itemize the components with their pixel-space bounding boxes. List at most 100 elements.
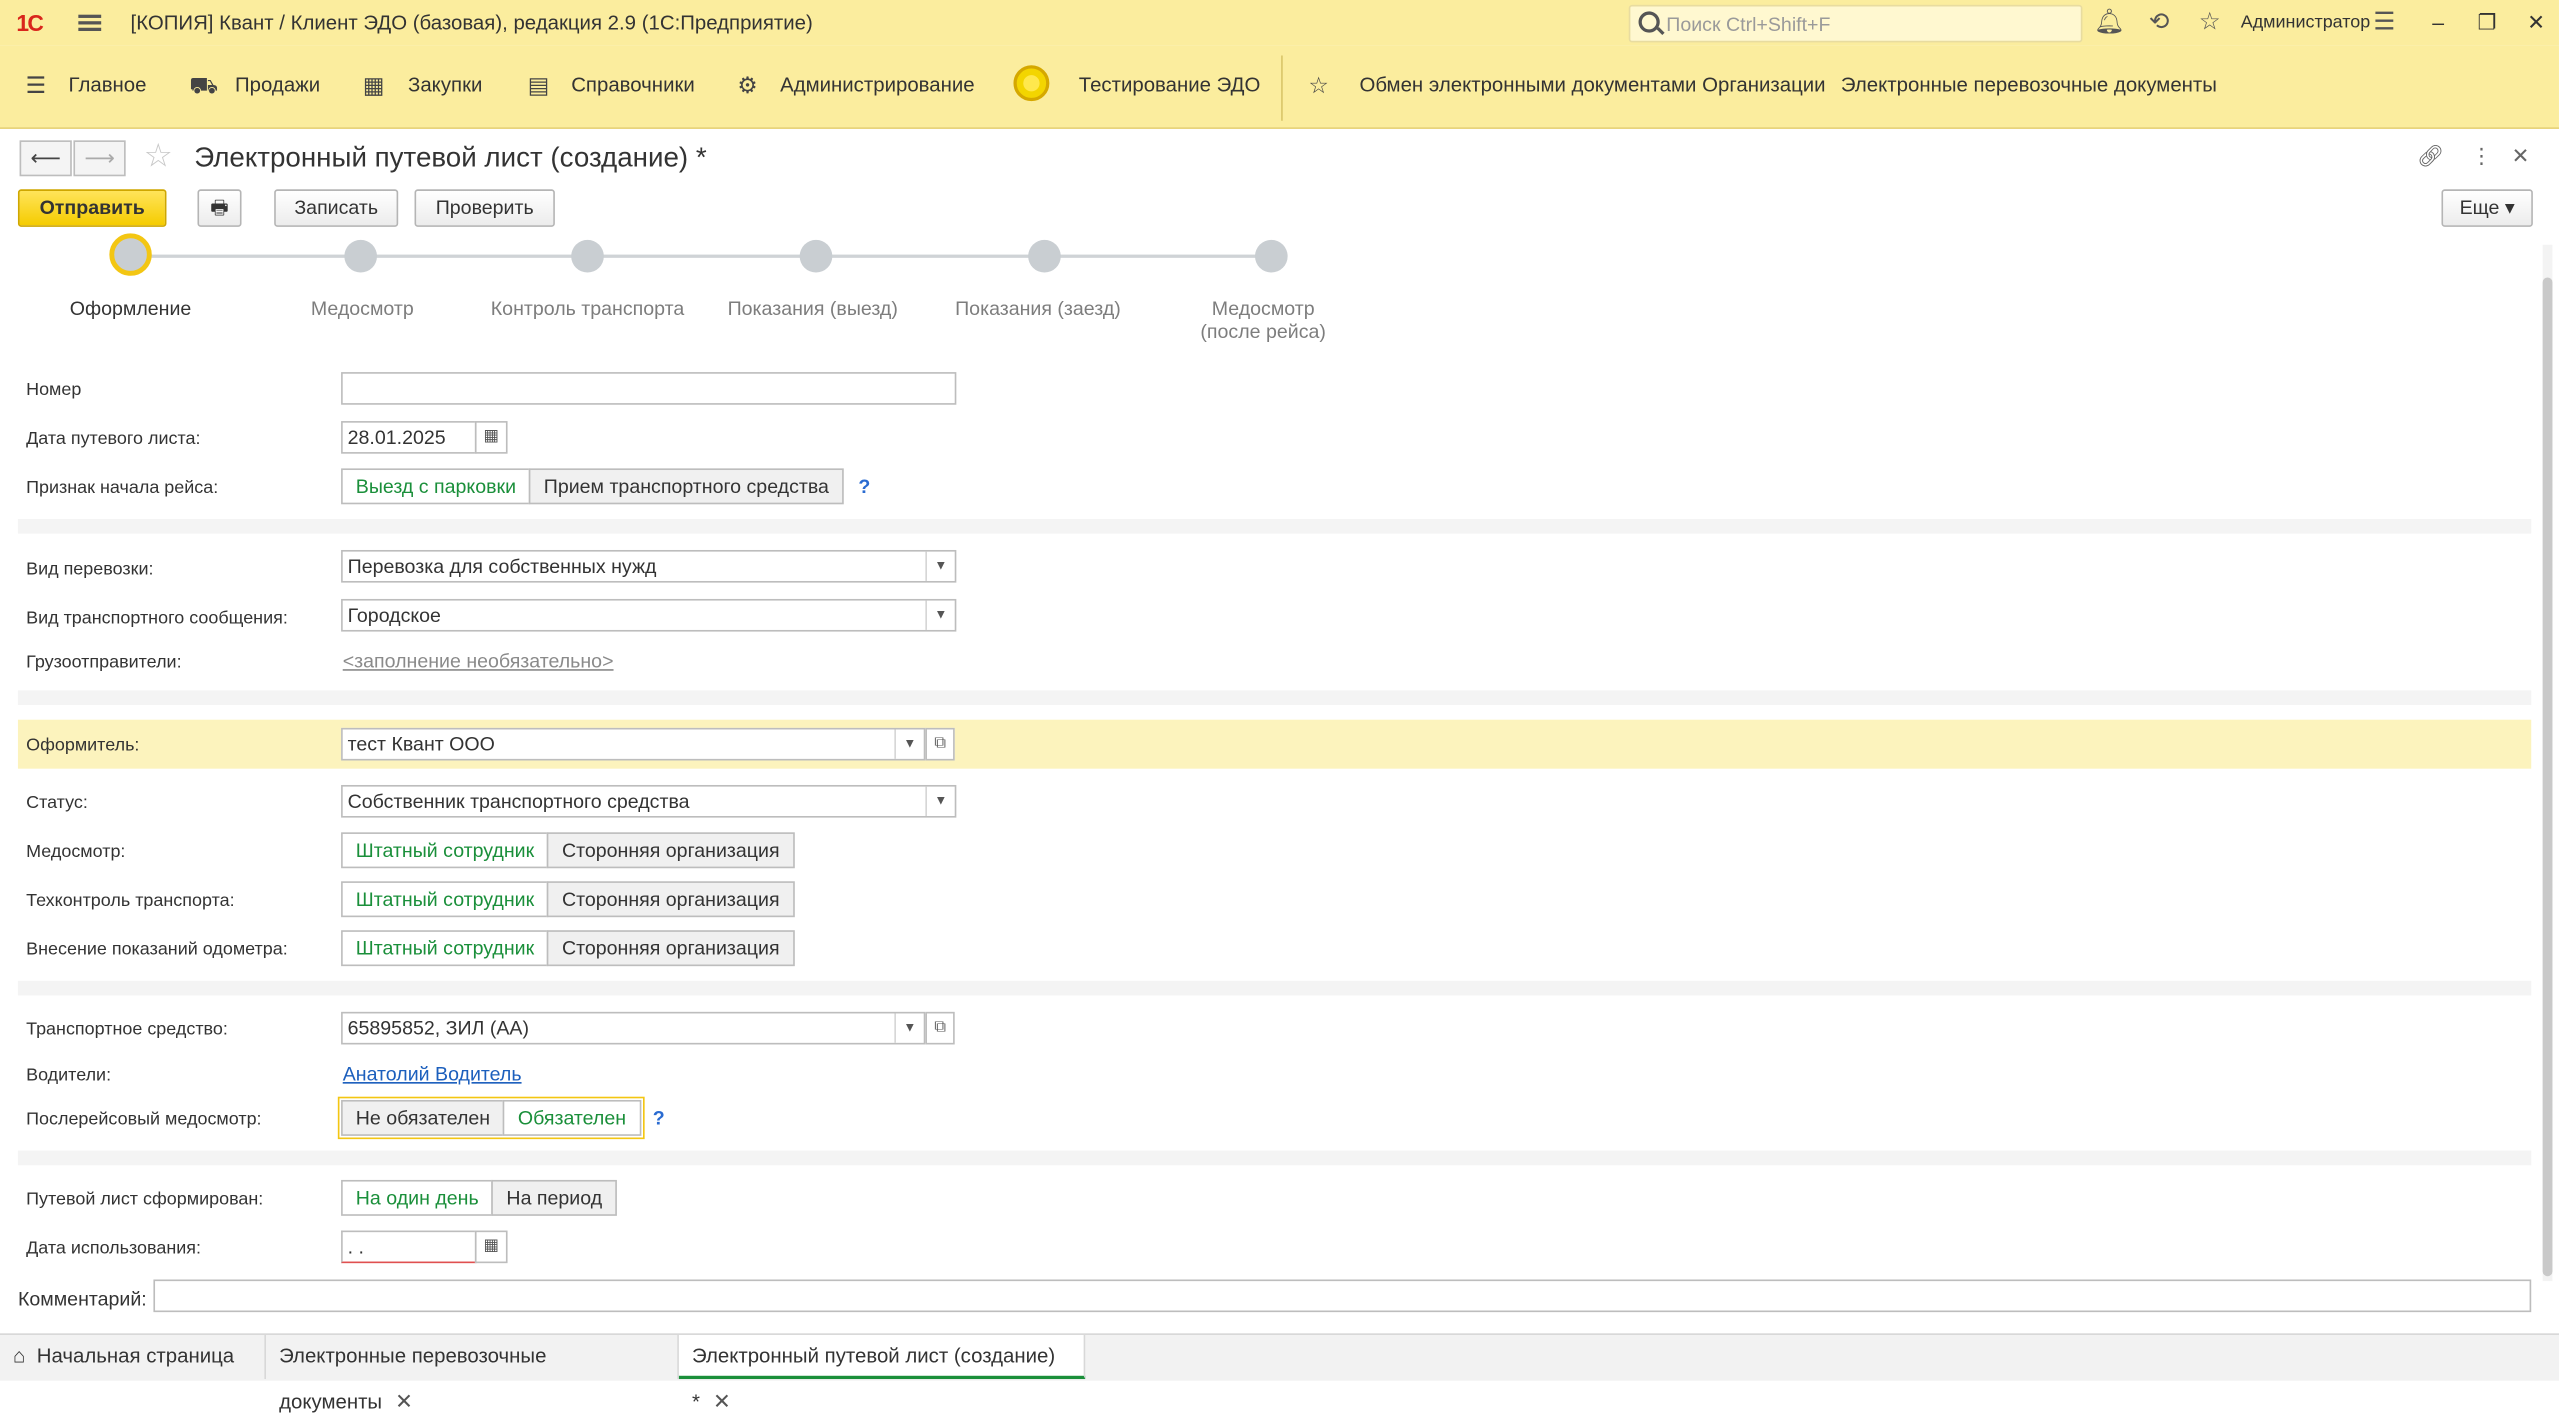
tab-waybill-label: Электронный путевой лист (создание) * bbox=[691, 1344, 1056, 1414]
printer-icon: 🖶 bbox=[210, 195, 229, 219]
section-administration[interactable]: Администрирование bbox=[780, 73, 975, 96]
forward-button[interactable]: ⟶ bbox=[73, 140, 126, 177]
search-input[interactable]: Поиск Ctrl+Shift+F bbox=[1628, 4, 2083, 43]
step-label-4[interactable]: Показания (выезд) bbox=[707, 297, 919, 320]
back-button[interactable]: ⟵ bbox=[19, 140, 72, 177]
favorite-star-icon[interactable]: ☆ bbox=[144, 139, 173, 175]
trip-start-option-parking[interactable]: Выезд с парковки bbox=[341, 468, 531, 505]
section-purchases[interactable]: Закупки bbox=[408, 73, 482, 96]
minimize-icon[interactable]: – bbox=[2422, 7, 2455, 40]
formed-label: Путевой лист сформирован: bbox=[26, 1189, 264, 1210]
formed-option-period[interactable]: На период bbox=[491, 1179, 617, 1216]
step-dot-1[interactable] bbox=[109, 233, 152, 276]
transport-type-value: Перевозка для собственных нужд bbox=[347, 554, 657, 578]
calendar-icon[interactable]: ▦ bbox=[474, 421, 508, 454]
more-button[interactable]: Еще ▾ bbox=[2441, 189, 2533, 227]
chevron-down-icon[interactable]: ▼ bbox=[925, 786, 954, 816]
step-dot-6[interactable] bbox=[1255, 239, 1288, 273]
open-vehicle-icon[interactable]: ⧉ bbox=[925, 1011, 955, 1045]
settings-menu-icon[interactable]: ☰ bbox=[2370, 8, 2399, 37]
menu-icon[interactable]: ☰ bbox=[23, 72, 49, 98]
save-button[interactable]: Записать bbox=[274, 189, 399, 227]
shippers-link[interactable]: <заполнение необязательно> bbox=[343, 650, 614, 673]
usage-date-field[interactable]: . . bbox=[341, 1230, 477, 1264]
group-separator bbox=[17, 1150, 2532, 1166]
medical-option-external[interactable]: Сторонняя организация bbox=[547, 832, 795, 869]
trip-start-option-receive[interactable]: Прием транспортного средства bbox=[529, 468, 844, 505]
history-icon[interactable]: ⟲ bbox=[2144, 8, 2173, 37]
chevron-down-icon[interactable]: ▼ bbox=[925, 551, 954, 581]
section-main[interactable]: Главное bbox=[69, 73, 147, 96]
step-dot-2[interactable] bbox=[344, 239, 377, 273]
step-label-1[interactable]: Оформление bbox=[24, 297, 236, 320]
link-icon[interactable]: 🔗︎ bbox=[2417, 144, 2444, 170]
help-icon[interactable]: ? bbox=[653, 1106, 665, 1129]
user-name[interactable]: Администратор bbox=[2241, 13, 2371, 33]
print-button[interactable]: 🖶 bbox=[197, 189, 242, 227]
status-select[interactable]: Собственник транспортного средства ▼ bbox=[341, 784, 957, 818]
chevron-down-icon[interactable]: ▼ bbox=[925, 600, 954, 630]
section-sales[interactable]: Продажи bbox=[235, 73, 320, 96]
more-vertical-icon[interactable]: ⋮ bbox=[2471, 144, 2492, 170]
send-button[interactable]: Отправить bbox=[17, 189, 167, 227]
chevron-down-icon[interactable]: ▼ bbox=[894, 729, 923, 759]
check-button[interactable]: Проверить bbox=[414, 189, 555, 227]
tab-home-label: Начальная страница bbox=[36, 1344, 235, 1368]
transport-type-select[interactable]: Перевозка для собственных нужд ▼ bbox=[341, 549, 957, 583]
post-medical-option-not-required[interactable]: Не обязателен bbox=[341, 1099, 505, 1136]
close-form-icon[interactable]: ✕ bbox=[2512, 144, 2530, 170]
step-label-3[interactable]: Контроль транспорта bbox=[481, 297, 693, 320]
odometer-option-external[interactable]: Сторонняя организация bbox=[547, 930, 795, 967]
scrollbar-thumb[interactable] bbox=[2542, 277, 2553, 1277]
section-catalogs[interactable]: Справочники bbox=[571, 73, 695, 96]
post-medical-option-required[interactable]: Обязателен bbox=[503, 1099, 641, 1136]
vehicle-select[interactable]: 65895852, ЗИЛ (АА) ▼ bbox=[341, 1011, 926, 1045]
issuer-value: тест Квант ООО bbox=[347, 732, 495, 756]
comment-field[interactable] bbox=[153, 1279, 2532, 1313]
search-placeholder: Поиск Ctrl+Shift+F bbox=[1666, 13, 1831, 36]
drivers-link[interactable]: Анатолий Водитель bbox=[343, 1062, 522, 1085]
usage-date-label: Дата использования: bbox=[26, 1238, 201, 1259]
medical-option-staff[interactable]: Штатный сотрудник bbox=[341, 832, 549, 869]
favorites-icon[interactable]: ☆ bbox=[1306, 72, 1332, 98]
fav-organizations[interactable]: Организации bbox=[1702, 73, 1825, 96]
bell-icon[interactable]: 🔔︎ bbox=[2094, 8, 2125, 37]
restore-icon[interactable]: ❐ bbox=[2471, 7, 2504, 40]
connection-type-select[interactable]: Городское ▼ bbox=[341, 598, 957, 632]
fav-edo-exchange[interactable]: Обмен электронными документами bbox=[1359, 73, 1696, 96]
main-menu-icon[interactable] bbox=[78, 11, 102, 34]
fav-transport-docs[interactable]: Электронные перевозочные документы bbox=[1841, 73, 2217, 96]
close-tab-icon[interactable]: ✕ bbox=[395, 1389, 413, 1413]
formed-option-one-day[interactable]: На один день bbox=[341, 1179, 494, 1216]
techcontrol-option-staff[interactable]: Штатный сотрудник bbox=[341, 881, 549, 918]
odometer-option-staff[interactable]: Штатный сотрудник bbox=[341, 930, 549, 967]
close-window-icon[interactable]: ✕ bbox=[2520, 7, 2553, 40]
favorites-star-icon[interactable]: ☆ bbox=[2195, 8, 2224, 37]
close-tab-icon[interactable]: ✕ bbox=[713, 1389, 731, 1413]
group-separator bbox=[17, 518, 2532, 534]
number-field[interactable] bbox=[341, 372, 957, 405]
step-dot-4[interactable] bbox=[799, 239, 833, 273]
vertical-scrollbar[interactable] bbox=[2542, 244, 2553, 1282]
help-icon[interactable]: ? bbox=[858, 475, 870, 498]
trip-start-label: Признак начала рейса: bbox=[26, 478, 219, 498]
step-dot-3[interactable] bbox=[571, 239, 604, 273]
connection-type-label: Вид транспортного сообщения: bbox=[26, 608, 288, 629]
step-dot-5[interactable] bbox=[1028, 239, 1061, 273]
open-issuer-icon[interactable]: ⧉ bbox=[925, 727, 955, 761]
more-label: Еще bbox=[2459, 195, 2500, 219]
section-edo-testing[interactable]: Тестирование ЭДО bbox=[1079, 73, 1261, 96]
calendar-icon[interactable]: ▦ bbox=[474, 1230, 508, 1264]
tab-waybill[interactable]: Электронный путевой лист (создание) * ✕ bbox=[678, 1334, 1086, 1413]
date-field[interactable]: 28.01.2025 bbox=[341, 421, 477, 454]
step-label-6[interactable]: Медосмотр (после рейса) bbox=[1157, 297, 1369, 343]
step-label-5[interactable]: Показания (заезд) bbox=[932, 297, 1144, 320]
tab-transport-docs[interactable]: Электронные перевозочные документы ✕ bbox=[266, 1334, 679, 1413]
techcontrol-label: Техконтроль транспорта: bbox=[26, 891, 235, 911]
issuer-select[interactable]: тест Квант ООО ▼ bbox=[341, 727, 926, 761]
chevron-down-icon[interactable]: ▼ bbox=[894, 1013, 923, 1043]
step-label-2[interactable]: Медосмотр bbox=[256, 297, 468, 320]
techcontrol-option-external[interactable]: Сторонняя организация bbox=[547, 881, 795, 918]
form-title: Электронный путевой лист (создание) * bbox=[194, 141, 707, 173]
tab-home[interactable]: ⌂ Начальная страница bbox=[0, 1334, 267, 1380]
